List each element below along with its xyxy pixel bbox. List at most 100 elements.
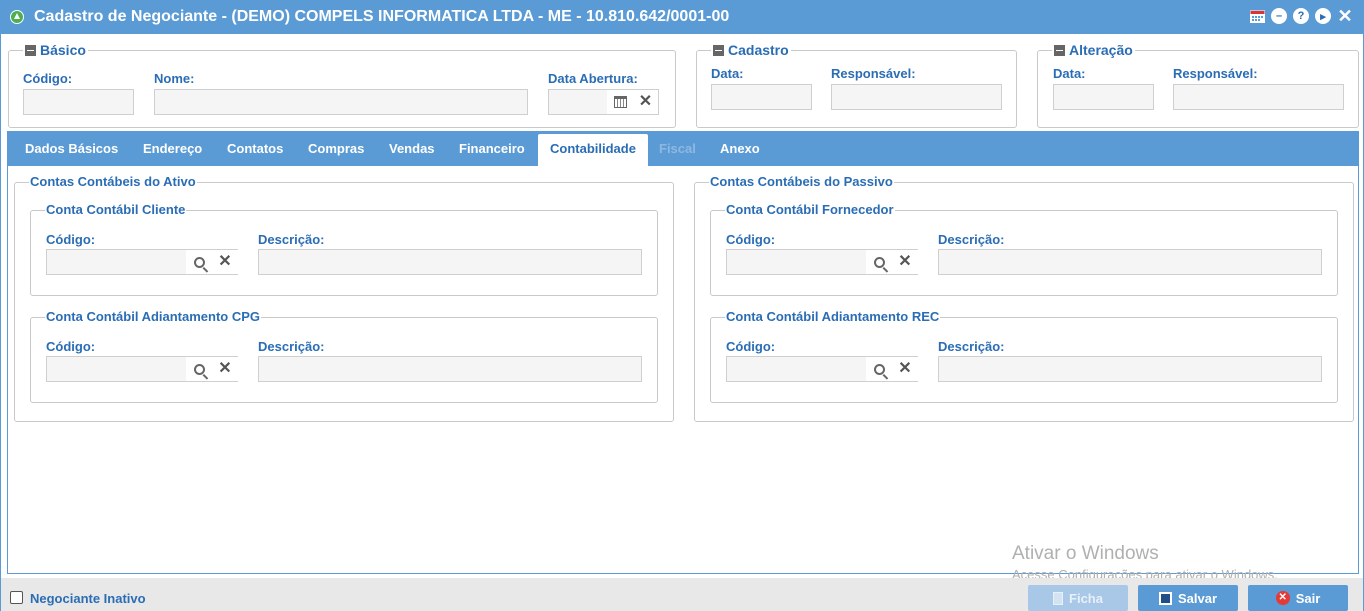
conta-cliente-legend: Conta Contábil Cliente xyxy=(45,202,187,217)
conta-cliente-descricao-label: Descrição: xyxy=(258,232,325,247)
passivo-group: Contas Contábeis do Passivo Conta Contáb… xyxy=(694,174,1354,422)
conta-rec-codigo-label: Código: xyxy=(726,339,776,354)
conta-fornecedor-clear-button[interactable]: ✕ xyxy=(892,250,918,274)
nome-label: Nome: xyxy=(154,71,195,86)
conta-fornecedor-search-button[interactable] xyxy=(866,250,892,274)
tab-financeiro[interactable]: Financeiro xyxy=(447,131,537,166)
alteracao-legend[interactable]: Alteração xyxy=(1052,42,1135,58)
conta-fornecedor-codigo-label: Código: xyxy=(726,232,776,247)
conta-rec-search-button[interactable] xyxy=(866,357,892,381)
conta-adiantamento-rec-legend: Conta Contábil Adiantamento REC xyxy=(725,309,941,324)
cadastro-group: Cadastro Data: Responsável: xyxy=(696,42,1017,128)
salvar-button[interactable]: Salvar xyxy=(1138,585,1238,611)
close-icon: ✕ xyxy=(218,360,232,377)
conta-rec-descricao-field[interactable] xyxy=(938,356,1322,382)
basico-legend[interactable]: Básico xyxy=(23,42,88,58)
sair-button[interactable]: ✕ Sair xyxy=(1248,585,1348,611)
conta-fornecedor-descricao-field[interactable] xyxy=(938,249,1322,275)
close-icon: ✕ xyxy=(898,360,912,377)
data-abertura-field[interactable]: ✕ xyxy=(548,89,659,115)
title-bar: Cadastro de Negociante - (DEMO) COMPELS … xyxy=(1,1,1363,34)
windows-watermark-title: Ativar o Windows xyxy=(1012,543,1159,564)
basico-group: Básico Código: Nome: Data Abertura: ✕ xyxy=(8,42,676,128)
conta-cliente-codigo-field[interactable]: ✕ xyxy=(46,249,238,275)
close-icon: ✕ xyxy=(218,253,232,270)
conta-adiantamento-cpg-group: Conta Contábil Adiantamento CPG Código: … xyxy=(30,309,658,403)
tab-anexo[interactable]: Anexo xyxy=(708,131,772,166)
close-icon[interactable]: ✕ xyxy=(1337,7,1353,25)
conta-cliente-clear-button[interactable]: ✕ xyxy=(212,250,238,274)
conta-fornecedor-codigo-field[interactable]: ✕ xyxy=(726,249,918,275)
conta-fornecedor-group: Conta Contábil Fornecedor Código: ✕ Desc… xyxy=(710,202,1338,296)
negociante-inativo-label[interactable]: Negociante Inativo xyxy=(30,591,146,606)
tab-vendas[interactable]: Vendas xyxy=(377,131,447,166)
footer-bar: Negociante Inativo Ficha Salvar ✕ Sair xyxy=(1,578,1363,611)
search-icon xyxy=(193,363,205,375)
tab-bar: Dados Básicos Endereço Contatos Compras … xyxy=(7,131,1359,166)
alteracao-legend-label: Alteração xyxy=(1069,42,1133,58)
conta-cpg-descricao-label: Descrição: xyxy=(258,339,325,354)
conta-cpg-codigo-label: Código: xyxy=(46,339,96,354)
tab-contatos[interactable]: Contatos xyxy=(215,131,295,166)
sair-button-label: Sair xyxy=(1295,590,1321,606)
collapse-icon[interactable] xyxy=(25,44,36,56)
clipboard-icon xyxy=(1053,591,1064,605)
app-icon xyxy=(10,10,24,24)
close-icon: ✕ xyxy=(898,253,912,270)
calendar-picker-button[interactable] xyxy=(607,90,633,114)
tab-contabilidade[interactable]: Contabilidade xyxy=(538,134,648,166)
tab-content-contabilidade: Contas Contábeis do Ativo Conta Contábil… xyxy=(7,166,1359,574)
alteracao-data-field[interactable] xyxy=(1053,84,1154,110)
conta-rec-codigo-field[interactable]: ✕ xyxy=(726,356,918,382)
tab-dados-basicos[interactable]: Dados Básicos xyxy=(13,131,130,166)
conta-cpg-clear-button[interactable]: ✕ xyxy=(212,357,238,381)
cadastro-responsavel-field[interactable] xyxy=(831,84,1002,110)
conta-fornecedor-legend: Conta Contábil Fornecedor xyxy=(725,202,895,217)
alteracao-responsavel-label: Responsável: xyxy=(1173,66,1258,81)
calendar-icon[interactable] xyxy=(1249,8,1265,24)
tab-compras[interactable]: Compras xyxy=(296,131,376,166)
conta-cliente-descricao-field[interactable] xyxy=(258,249,642,275)
tab-endereco[interactable]: Endereço xyxy=(131,131,214,166)
next-icon[interactable]: ▸ xyxy=(1315,8,1331,24)
search-icon xyxy=(873,363,885,375)
search-icon xyxy=(873,256,885,268)
window-title: Cadastro de Negociante - (DEMO) COMPELS … xyxy=(34,8,730,25)
conta-fornecedor-descricao-label: Descrição: xyxy=(938,232,1005,247)
search-icon xyxy=(193,256,205,268)
conta-cpg-search-button[interactable] xyxy=(186,357,212,381)
nome-field[interactable] xyxy=(154,89,528,115)
ficha-button-label: Ficha xyxy=(1069,590,1103,606)
minimize-icon[interactable]: – xyxy=(1271,8,1287,24)
close-icon: ✕ xyxy=(638,93,653,110)
ativo-legend: Contas Contábeis do Ativo xyxy=(29,174,197,189)
passivo-legend: Contas Contábeis do Passivo xyxy=(709,174,894,189)
ficha-button: Ficha xyxy=(1028,585,1128,611)
negociante-inativo-checkbox[interactable] xyxy=(10,591,23,604)
cadastro-legend[interactable]: Cadastro xyxy=(711,42,791,58)
ativo-group: Contas Contábeis do Ativo Conta Contábil… xyxy=(14,174,674,422)
collapse-icon[interactable] xyxy=(713,44,724,56)
codigo-label: Código: xyxy=(23,71,73,86)
clear-date-button[interactable]: ✕ xyxy=(633,90,658,114)
cadastro-responsavel-label: Responsável: xyxy=(831,66,916,81)
save-icon xyxy=(1158,591,1172,605)
negociante-window: Cadastro de Negociante - (DEMO) COMPELS … xyxy=(0,0,1364,611)
cadastro-legend-label: Cadastro xyxy=(728,42,789,58)
calendar-icon xyxy=(613,96,627,108)
conta-rec-descricao-label: Descrição: xyxy=(938,339,1005,354)
help-icon[interactable]: ? xyxy=(1293,8,1309,24)
conta-cpg-descricao-field[interactable] xyxy=(258,356,642,382)
conta-cpg-codigo-field[interactable]: ✕ xyxy=(46,356,238,382)
title-bar-icons: – ? ▸ ✕ xyxy=(1249,7,1353,25)
cadastro-data-field[interactable] xyxy=(711,84,812,110)
conta-adiantamento-cpg-legend: Conta Contábil Adiantamento CPG xyxy=(45,309,262,324)
alteracao-responsavel-field[interactable] xyxy=(1173,84,1344,110)
conta-cliente-search-button[interactable] xyxy=(186,250,212,274)
cadastro-data-label: Data: xyxy=(711,66,744,81)
conta-rec-clear-button[interactable]: ✕ xyxy=(892,357,918,381)
data-abertura-label: Data Abertura: xyxy=(548,71,638,86)
codigo-field[interactable] xyxy=(23,89,134,115)
exit-icon: ✕ xyxy=(1275,591,1290,605)
collapse-icon[interactable] xyxy=(1054,44,1065,56)
